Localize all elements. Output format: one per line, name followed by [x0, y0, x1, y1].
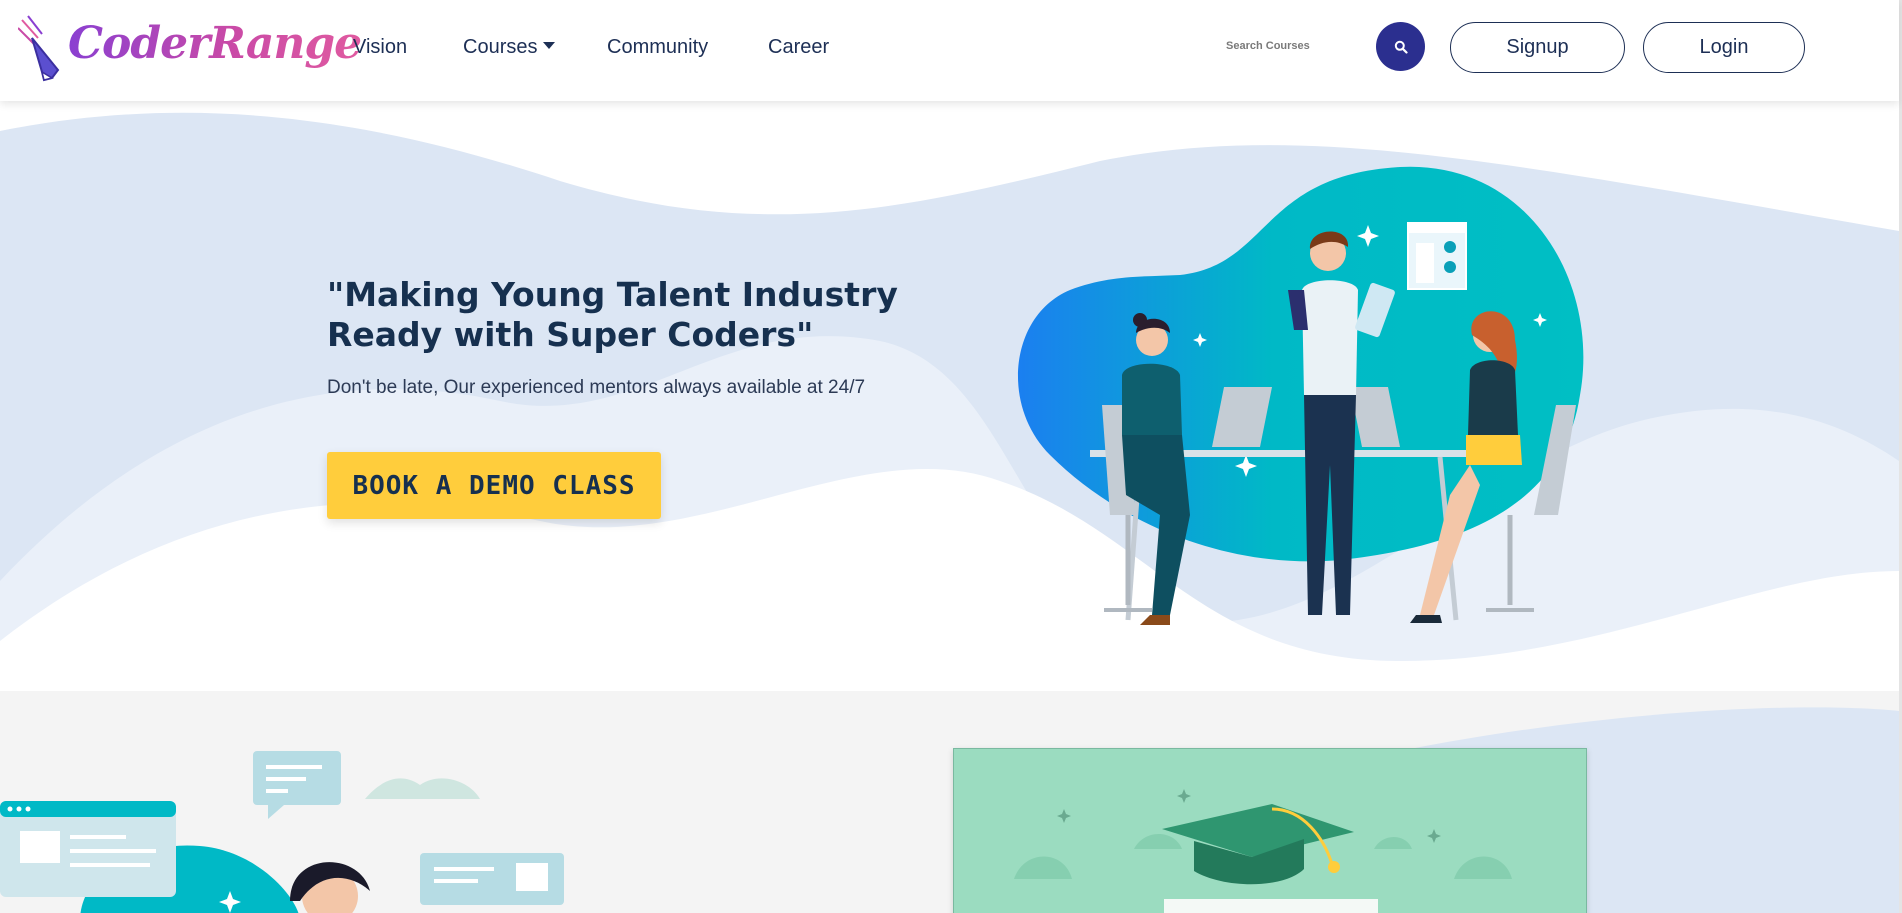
- book-demo-button[interactable]: BOOK A DEMO CLASS: [327, 452, 661, 519]
- signup-button[interactable]: Signup: [1450, 22, 1625, 73]
- login-button[interactable]: Login: [1643, 22, 1805, 73]
- search-input[interactable]: [1226, 34, 1366, 58]
- brand-name: CoderRange: [68, 18, 362, 69]
- chat-learning-illustration: [0, 751, 564, 913]
- nav-item-career[interactable]: Career: [768, 36, 829, 59]
- nav-item-courses-label: Courses: [463, 36, 538, 58]
- caret-down-icon: [543, 42, 556, 49]
- brand-logo[interactable]: CoderRange: [18, 14, 362, 86]
- hero-subtitle: Don't be late, Our experienced mentors a…: [327, 377, 866, 398]
- features-section: [0, 691, 1899, 913]
- nav-item-courses[interactable]: Courses: [463, 36, 556, 59]
- nav-item-vision[interactable]: Vision: [353, 36, 407, 59]
- hero-title: "Making Young Talent Industry Ready with…: [327, 275, 898, 354]
- graduation-cap-illustration: [954, 749, 1586, 913]
- hero-section: "Making Young Talent Industry Ready with…: [0, 101, 1899, 691]
- search-button[interactable]: [1376, 22, 1425, 71]
- site-header: CoderRange Vision Courses Community Care…: [0, 0, 1899, 101]
- team-working-illustration: [1017, 166, 1584, 625]
- page: CoderRange Vision Courses Community Care…: [0, 0, 1902, 913]
- nav-item-community[interactable]: Community: [607, 36, 708, 59]
- search-icon: [1394, 40, 1408, 54]
- hero-wave-background: [0, 101, 1899, 691]
- graduation-card: [953, 748, 1587, 913]
